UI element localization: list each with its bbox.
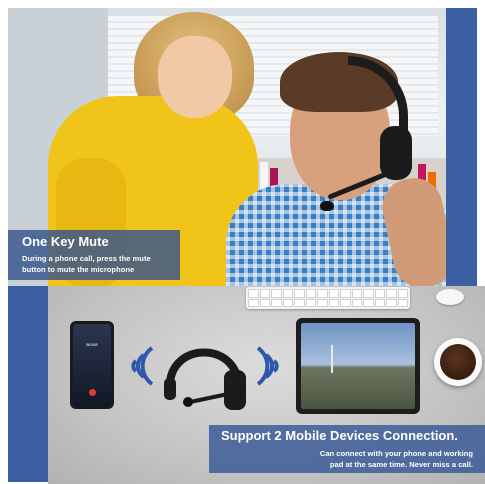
- mouse: [436, 289, 464, 305]
- caller-name: BOSS: [86, 342, 98, 347]
- tablet-wallpaper: [301, 323, 415, 409]
- end-call-icon: [89, 389, 96, 396]
- phone-call-screen: BOSS: [73, 324, 111, 406]
- mute-desc-line: During a phone call, press the mute: [22, 254, 151, 263]
- keyboard: [246, 287, 410, 309]
- bluetooth-wave-icon: [131, 346, 154, 386]
- worn-headset-mic: [320, 201, 334, 211]
- connection-feature-caption: Support 2 Mobile Devices Connection. Can…: [209, 425, 485, 473]
- blue-accent-bar: [8, 286, 48, 482]
- coffee-cup: [434, 338, 482, 386]
- mute-feature-description: During a phone call, press the mute butt…: [22, 253, 172, 275]
- tablet: [296, 318, 420, 414]
- mute-feature-title: One Key Mute: [22, 234, 109, 249]
- mute-feature-caption: One Key Mute During a phone call, press …: [8, 230, 180, 280]
- woman-face: [158, 36, 232, 118]
- connection-desc-line: Can connect with your phone and working: [319, 449, 473, 458]
- connection-feature-title: Support 2 Mobile Devices Connection.: [221, 428, 458, 443]
- connection-feature-description: Can connect with your phone and working …: [221, 448, 477, 470]
- blue-accent-bar: [446, 8, 477, 286]
- connection-desc-line: pad at the same time. Never miss a call.: [329, 460, 473, 469]
- smartphone: BOSS: [70, 321, 114, 409]
- bluetooth-wave-icon: [256, 346, 279, 386]
- coffee: [440, 344, 476, 380]
- wind-turbine: [331, 345, 333, 373]
- headset-product: [164, 348, 246, 410]
- mute-desc-line: button to mute the microphone: [22, 265, 135, 274]
